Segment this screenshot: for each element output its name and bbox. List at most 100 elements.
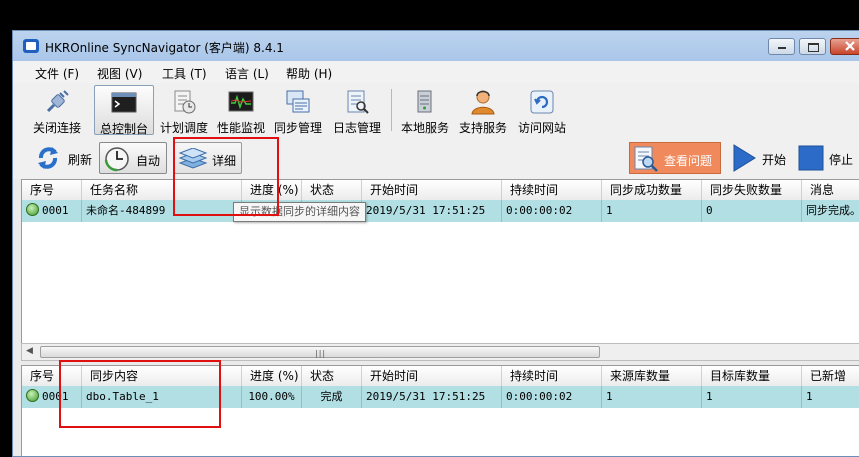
view-issues-label: 查看问题 <box>664 154 713 168</box>
col-start-time[interactable]: 开始时间 <box>362 180 502 200</box>
menu-language[interactable]: 语言 (L) <box>225 65 269 82</box>
monitor-icon <box>228 91 254 112</box>
menu-help[interactable]: 帮助 (H) <box>286 65 332 82</box>
col-task-name[interactable]: 任务名称 <box>82 180 242 200</box>
refresh-label: 刷新 <box>68 153 93 167</box>
cell-added: 1 <box>802 386 859 408</box>
schedule-button[interactable]: 计划调度 <box>156 85 212 135</box>
support-service-label: 支持服务 <box>458 121 507 135</box>
status-ok-icon <box>26 389 39 402</box>
detail-label: 详细 <box>212 154 237 168</box>
task-table-header: 序号 任务名称 进度 (%) 状态 开始时间 持续时间 同步成功数量 同步失败数… <box>22 180 859 201</box>
menu-bar: 文件 (F) 视图 (V) 工具 (T) 语言 (L) 帮助 (H) <box>13 61 859 83</box>
visit-website-button[interactable]: 访问网站 <box>513 85 571 135</box>
close-connection-button[interactable]: 关闭连接 <box>27 85 87 135</box>
cell-message: 同步完成。 <box>802 200 859 222</box>
stop-label: 停止 <box>829 153 854 167</box>
server-icon <box>417 90 432 113</box>
col-source-count[interactable]: 来源库数量 <box>602 366 702 386</box>
visit-website-label: 访问网站 <box>517 121 566 135</box>
schedule-label: 计划调度 <box>159 121 208 135</box>
support-person-icon <box>471 90 495 115</box>
col-start-time[interactable]: 开始时间 <box>362 366 502 386</box>
horizontal-scrollbar[interactable]: ◀ ||| <box>21 343 859 361</box>
cell-duration: 0:00:00:02 <box>502 200 602 222</box>
col-status[interactable]: 状态 <box>302 180 362 200</box>
col-message[interactable]: 消息 <box>802 180 859 200</box>
menu-file[interactable]: 文件 (F) <box>35 65 79 82</box>
cell-source-count: 1 <box>602 386 702 408</box>
detail-tooltip: 显示数据同步的详细内容 <box>233 202 366 222</box>
play-icon <box>733 144 756 172</box>
sync-manage-button[interactable]: 同步管理 <box>270 85 326 135</box>
start-button[interactable]: 开始 <box>729 142 791 174</box>
auto-toggle-button[interactable]: 自动 <box>99 142 167 174</box>
title-bar[interactable]: HKROnline SyncNavigator (客户端) 8.4.1 <box>13 31 859 61</box>
log-manage-button[interactable]: 日志管理 <box>329 85 385 135</box>
col-duration[interactable]: 持续时间 <box>502 366 602 386</box>
cell-start-time: 2019/5/31 17:51:25 <box>362 200 502 222</box>
stop-icon <box>798 145 824 171</box>
log-manage-label: 日志管理 <box>332 121 381 135</box>
plug-icon <box>46 90 69 113</box>
scroll-left-arrow-icon[interactable]: ◀ <box>26 346 33 356</box>
close-icon <box>845 41 855 51</box>
col-progress[interactable]: 进度 (%) <box>242 366 302 386</box>
col-status[interactable]: 状态 <box>302 366 362 386</box>
cell-target-count: 1 <box>702 386 802 408</box>
cell-fail-count: 0 <box>702 200 802 222</box>
grip-icon: ||| <box>315 349 327 358</box>
maximize-icon <box>808 43 819 52</box>
cell-status: 完成 <box>302 386 362 408</box>
col-success-count[interactable]: 同步成功数量 <box>602 180 702 200</box>
sync-manage-label: 同步管理 <box>273 121 322 135</box>
status-ok-icon <box>26 203 39 216</box>
table-row[interactable]: 0001 未命名-484899 2019/5/31 17:51:25 0:00:… <box>22 200 859 222</box>
cell-task-name: 未命名-484899 <box>82 200 242 222</box>
menu-tools[interactable]: 工具 (T) <box>162 65 207 82</box>
cell-index: 0001 <box>22 386 82 408</box>
console-icon <box>111 92 137 113</box>
action-toolbar: 刷新 自动 详细 查看问题 开始 停止 <box>13 137 859 179</box>
col-progress[interactable]: 进度 (%) <box>242 180 302 200</box>
app-logo-icon <box>23 39 39 53</box>
scrollbar-thumb[interactable]: ||| <box>40 346 600 358</box>
view-issues-button[interactable]: 查看问题 <box>629 142 721 174</box>
clock-icon <box>104 147 129 172</box>
col-duration[interactable]: 持续时间 <box>502 180 602 200</box>
detail-button[interactable]: 详细 <box>174 142 242 174</box>
main-toolbar: 关闭连接 总控制台 计划调度 性能监视 同步管理 日志管理 本地服务 支持服务 … <box>13 83 859 138</box>
cell-success-count: 1 <box>602 200 702 222</box>
col-sync-content[interactable]: 同步内容 <box>82 366 242 386</box>
auto-label: 自动 <box>136 154 161 168</box>
close-button[interactable] <box>830 38 859 55</box>
refresh-globe-icon <box>530 90 554 114</box>
col-added[interactable]: 已新增 <box>802 366 859 386</box>
layers-icon <box>178 148 208 169</box>
minimize-button[interactable] <box>768 38 795 55</box>
magnifier-doc-icon <box>634 146 658 172</box>
cell-index: 0001 <box>22 200 82 222</box>
task-table: 序号 任务名称 进度 (%) 状态 开始时间 持续时间 同步成功数量 同步失败数… <box>21 179 859 345</box>
support-service-button[interactable]: 支持服务 <box>455 85 511 135</box>
stop-button[interactable]: 停止 <box>797 142 859 174</box>
local-service-button[interactable]: 本地服务 <box>397 85 453 135</box>
detail-table: 序号 同步内容 进度 (%) 状态 开始时间 持续时间 来源库数量 目标库数量 … <box>21 365 859 456</box>
maximize-button[interactable] <box>799 38 826 55</box>
performance-label: 性能监视 <box>216 121 265 135</box>
console-button[interactable]: 总控制台 <box>94 85 154 136</box>
col-index[interactable]: 序号 <box>22 366 82 386</box>
cell-duration: 0:00:00:02 <box>502 386 602 408</box>
col-target-count[interactable]: 目标库数量 <box>702 366 802 386</box>
col-index[interactable]: 序号 <box>22 180 82 200</box>
refresh-icon <box>38 147 58 169</box>
close-connection-label: 关闭连接 <box>32 121 81 135</box>
menu-view[interactable]: 视图 (V) <box>97 65 142 82</box>
toolbar-divider <box>391 89 392 131</box>
cell-start-time: 2019/5/31 17:51:25 <box>362 386 502 408</box>
refresh-button[interactable]: 刷新 <box>31 142 97 174</box>
col-fail-count[interactable]: 同步失败数量 <box>702 180 802 200</box>
table-row[interactable]: 0001 dbo.Table_1 100.00% 完成 2019/5/31 17… <box>22 386 859 408</box>
performance-button[interactable]: 性能监视 <box>213 85 269 135</box>
local-service-label: 本地服务 <box>400 121 449 135</box>
